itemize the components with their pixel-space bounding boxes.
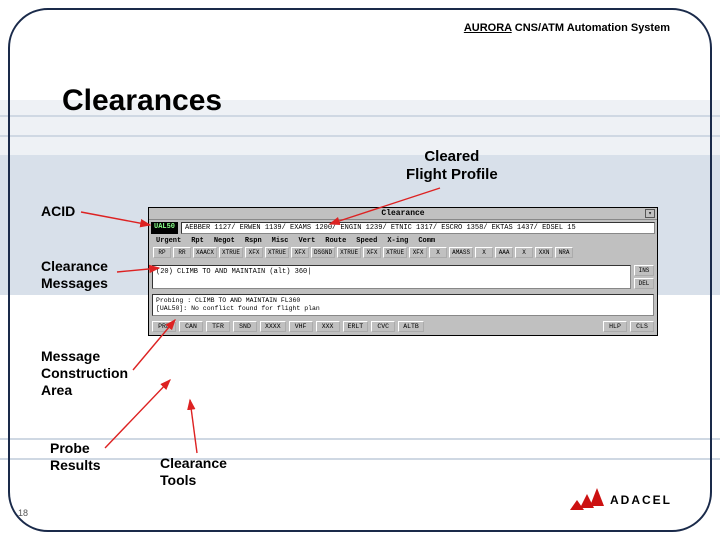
tool-button[interactable]: CLS — [630, 321, 654, 332]
message-button[interactable]: XTRUE — [265, 247, 289, 258]
subtitle: ClearedFlight Profile — [406, 148, 498, 184]
clearance-window: Clearance ▾ UAL50 AEBBER 1127/ ERWEN 113… — [148, 207, 658, 336]
side-button-ins[interactable]: INS — [634, 265, 654, 276]
probe-line: [UAL50]: No conflict found for flight pl… — [156, 305, 650, 313]
window-title: Clearance — [381, 209, 424, 218]
side-button-del[interactable]: DEL — [634, 278, 654, 289]
tool-button[interactable]: XXXX — [260, 321, 286, 332]
label-probe-results: ProbeResults — [50, 440, 101, 474]
acid-row: UAL50 AEBBER 1127/ ERWEN 1139/ EXAMS 120… — [149, 220, 657, 236]
adacel-logo-text: ADACEL — [610, 493, 672, 507]
tool-button[interactable]: XXX — [316, 321, 340, 332]
tool-button[interactable]: PRB — [152, 321, 176, 332]
message-button[interactable]: X — [515, 247, 533, 258]
message-button[interactable]: XFX — [363, 247, 381, 258]
message-button[interactable]: XXN — [535, 247, 553, 258]
label-acid: ACID — [41, 203, 75, 220]
message-button[interactable]: X — [429, 247, 447, 258]
header-brand: AURORA CNS/ATM Automation System — [464, 22, 670, 34]
tool-button[interactable]: CAN — [179, 321, 203, 332]
tool-button[interactable]: SND — [233, 321, 257, 332]
construction-row: (20) CLIMB TO AND MAINTAIN (alt) 360| IN… — [149, 262, 657, 292]
tool-button[interactable]: ALTB — [398, 321, 424, 332]
message-category[interactable]: Vert — [295, 237, 318, 245]
adacel-logo-icon — [570, 488, 604, 512]
message-category[interactable]: Misc — [269, 237, 292, 245]
window-menu-icon[interactable]: ▾ — [645, 209, 655, 218]
message-button[interactable]: RP — [153, 247, 171, 258]
message-category[interactable]: Urgent — [153, 237, 184, 245]
adacel-logo: ADACEL — [570, 488, 672, 512]
message-category-row: Urgent Rpt Negot Rspn MiscVert Route Speed X-in… — [149, 236, 657, 245]
message-category[interactable]: Route — [322, 237, 349, 245]
message-button[interactable]: XFX — [409, 247, 427, 258]
message-category[interactable]: Speed — [353, 237, 380, 245]
message-button[interactable]: XAACX — [193, 247, 217, 258]
window-title-bar: Clearance ▾ — [149, 208, 657, 220]
message-category[interactable]: X-ing — [384, 237, 411, 245]
message-category[interactable]: Rpt — [188, 237, 207, 245]
message-button[interactable]: XTRUE — [219, 247, 243, 258]
message-button[interactable]: AAA — [495, 247, 513, 258]
message-button[interactable]: DSGND — [311, 247, 335, 258]
message-button[interactable]: XFX — [291, 247, 309, 258]
message-button[interactable]: RR — [173, 247, 191, 258]
page-title: Clearances — [62, 84, 222, 118]
message-button-row: RPRRXAACXXTRUEXFXXTRUEXFXDSGNDXTRUEXFXXT… — [149, 245, 657, 262]
message-button[interactable]: X — [475, 247, 493, 258]
page-number: 18 — [18, 508, 28, 518]
construction-text[interactable]: (20) CLIMB TO AND MAINTAIN (alt) 360| — [152, 265, 631, 289]
message-button[interactable]: AMASS — [449, 247, 473, 258]
tool-button[interactable]: HLP — [603, 321, 627, 332]
tool-button[interactable]: CVC — [371, 321, 395, 332]
acid-field[interactable]: UAL50 — [151, 222, 178, 234]
label-clearance-tools: ClearanceTools — [160, 455, 227, 489]
tool-button[interactable]: TFR — [206, 321, 230, 332]
tool-button-row: PRBCANTFRSNDXXXXVHFXXXERLTCVCALTB HLPCLS — [149, 318, 657, 335]
flight-profile-field[interactable]: AEBBER 1127/ ERWEN 1139/ EXAMS 1200/ ENG… — [181, 222, 655, 234]
message-button[interactable]: XFX — [245, 247, 263, 258]
message-button[interactable]: XTRUE — [337, 247, 361, 258]
probe-line: Probing : CLIMB TO AND MAINTAIN FL360 — [156, 297, 650, 305]
tool-button[interactable]: ERLT — [343, 321, 369, 332]
message-button[interactable]: NRA — [555, 247, 573, 258]
message-category[interactable]: Rspn — [242, 237, 265, 245]
message-button[interactable]: XTRUE — [383, 247, 407, 258]
message-category[interactable]: Comm — [415, 237, 438, 245]
probe-output: Probing : CLIMB TO AND MAINTAIN FL360 [U… — [152, 294, 654, 316]
construction-side-buttons: INS DEL — [634, 265, 654, 289]
label-message-construction: MessageConstructionArea — [41, 348, 128, 398]
label-clearance-messages: ClearanceMessages — [41, 258, 108, 292]
tool-button[interactable]: VHF — [289, 321, 313, 332]
message-category[interactable]: Negot — [211, 237, 238, 245]
